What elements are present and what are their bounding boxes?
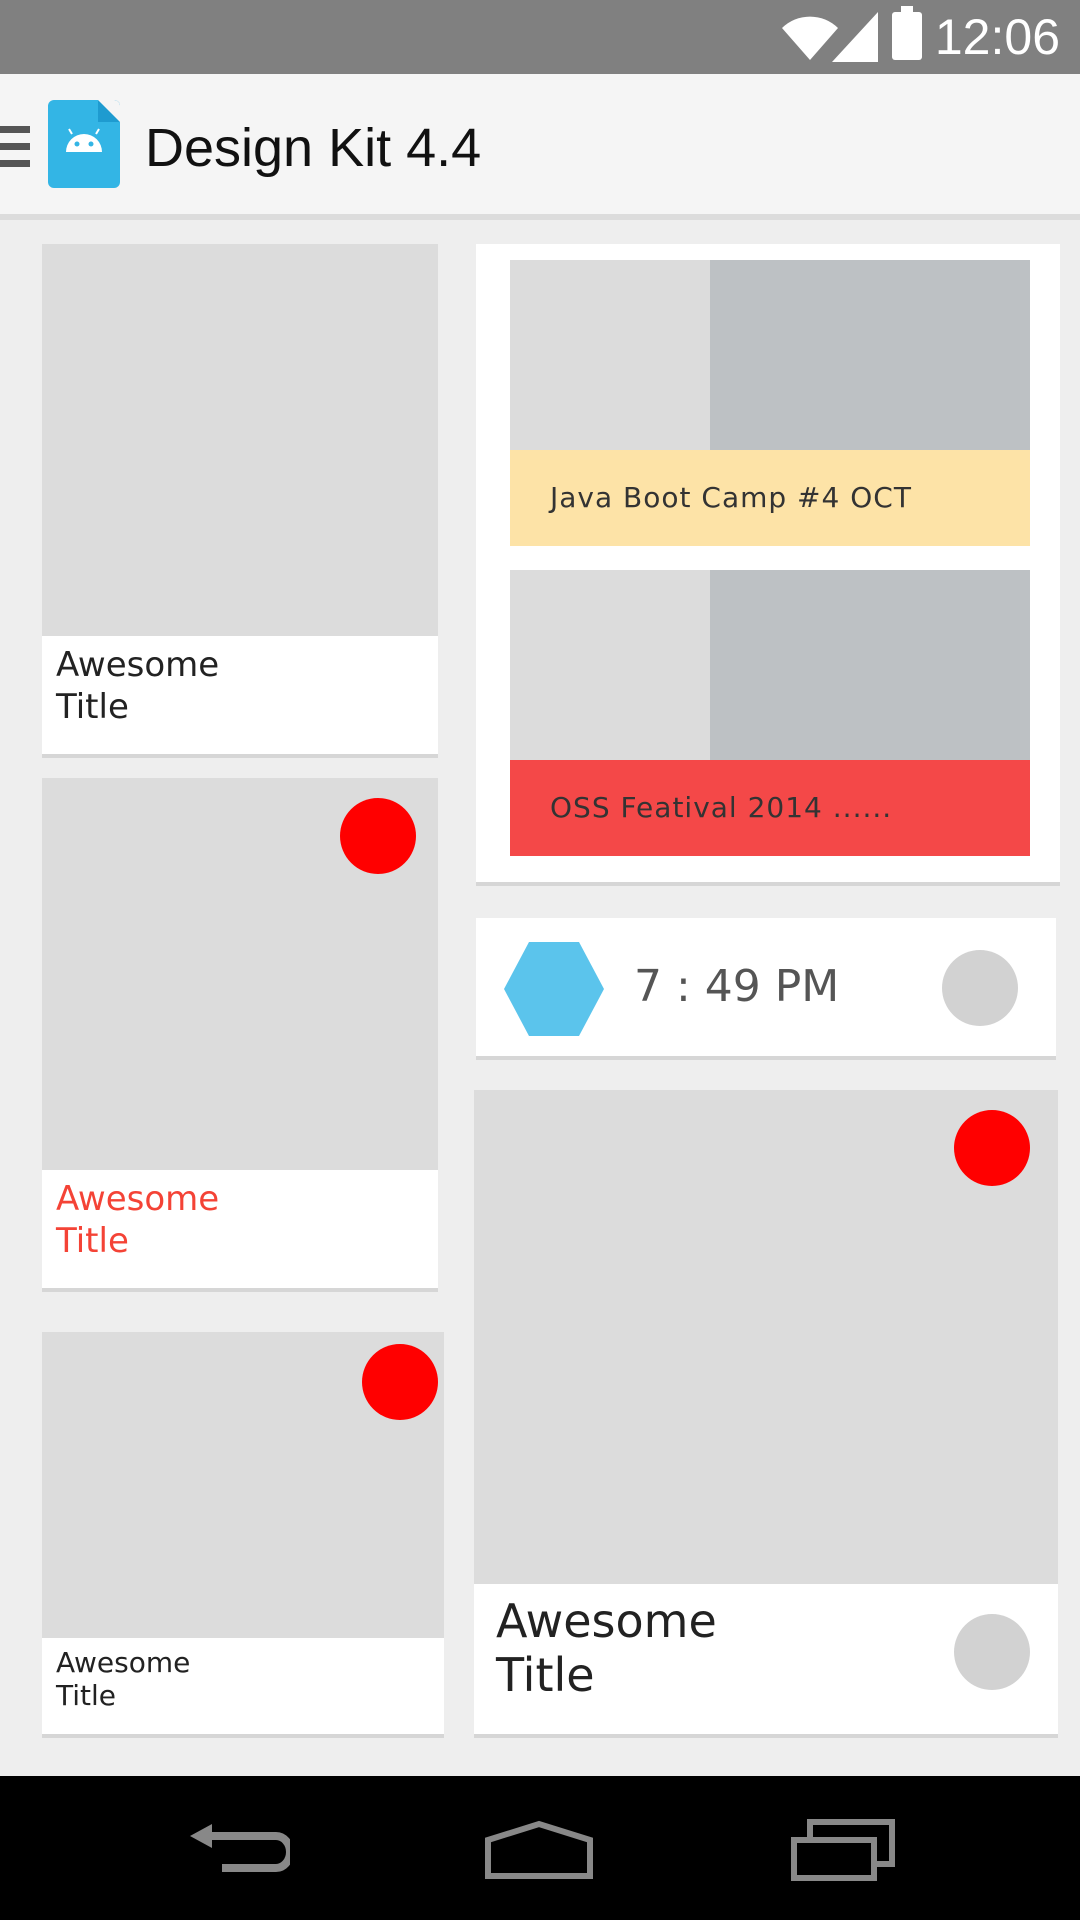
card-large[interactable]: Awesome Title xyxy=(474,1090,1058,1734)
battery-icon xyxy=(892,6,922,60)
toggle-circle[interactable] xyxy=(954,1614,1030,1690)
home-icon[interactable] xyxy=(484,1820,594,1880)
card-title: Awesome Title xyxy=(496,1594,717,1702)
menu-icon[interactable] xyxy=(0,126,30,168)
event-label: OSS Featival 2014 ...... xyxy=(550,791,893,824)
app-bar: Design Kit 4.4 xyxy=(0,74,1080,220)
status-bar: 12:06 xyxy=(0,0,1080,74)
nav-bar xyxy=(0,1776,1080,1920)
recents-icon[interactable] xyxy=(790,1818,896,1882)
app-title: Design Kit 4.4 xyxy=(145,118,482,178)
red-circle-badge[interactable] xyxy=(362,1344,438,1420)
signal-icon xyxy=(832,12,878,62)
red-circle-badge[interactable] xyxy=(340,798,416,874)
wifi-icon xyxy=(782,16,838,60)
event-image-right xyxy=(710,570,1030,760)
android-head-icon xyxy=(66,128,102,152)
event-label-band: Java Boot Camp #4 OCT xyxy=(510,450,1030,546)
card-left-2[interactable]: Awesome Title xyxy=(42,778,438,1288)
hexagon-icon xyxy=(504,942,604,1036)
toggle-circle[interactable] xyxy=(942,950,1018,1026)
time-display: 7 : 49 PM xyxy=(634,961,840,1012)
event-label-band: OSS Featival 2014 ...... xyxy=(510,760,1030,856)
status-time: 12:06 xyxy=(934,9,1060,65)
event-image-left xyxy=(510,570,710,760)
events-card: Java Boot Camp #4 OCT OSS Featival 2014 … xyxy=(476,244,1060,882)
card-title: Awesome Title xyxy=(56,645,220,727)
card-left-3[interactable]: Awesome Title xyxy=(42,1332,444,1734)
card-left-1[interactable]: Awesome Title xyxy=(42,244,438,754)
back-icon[interactable] xyxy=(186,1824,290,1880)
time-card[interactable]: 7 : 49 PM xyxy=(476,918,1056,1056)
card-title: Awesome Title xyxy=(56,1646,191,1712)
event-image-right xyxy=(710,260,1030,450)
card-title-highlighted: Awesome Title xyxy=(56,1179,220,1261)
event-label: Java Boot Camp #4 OCT xyxy=(550,481,912,514)
card-image xyxy=(42,244,438,636)
event-image-left xyxy=(510,260,710,450)
android-icon[interactable] xyxy=(48,100,120,188)
red-circle-badge[interactable] xyxy=(954,1110,1030,1186)
